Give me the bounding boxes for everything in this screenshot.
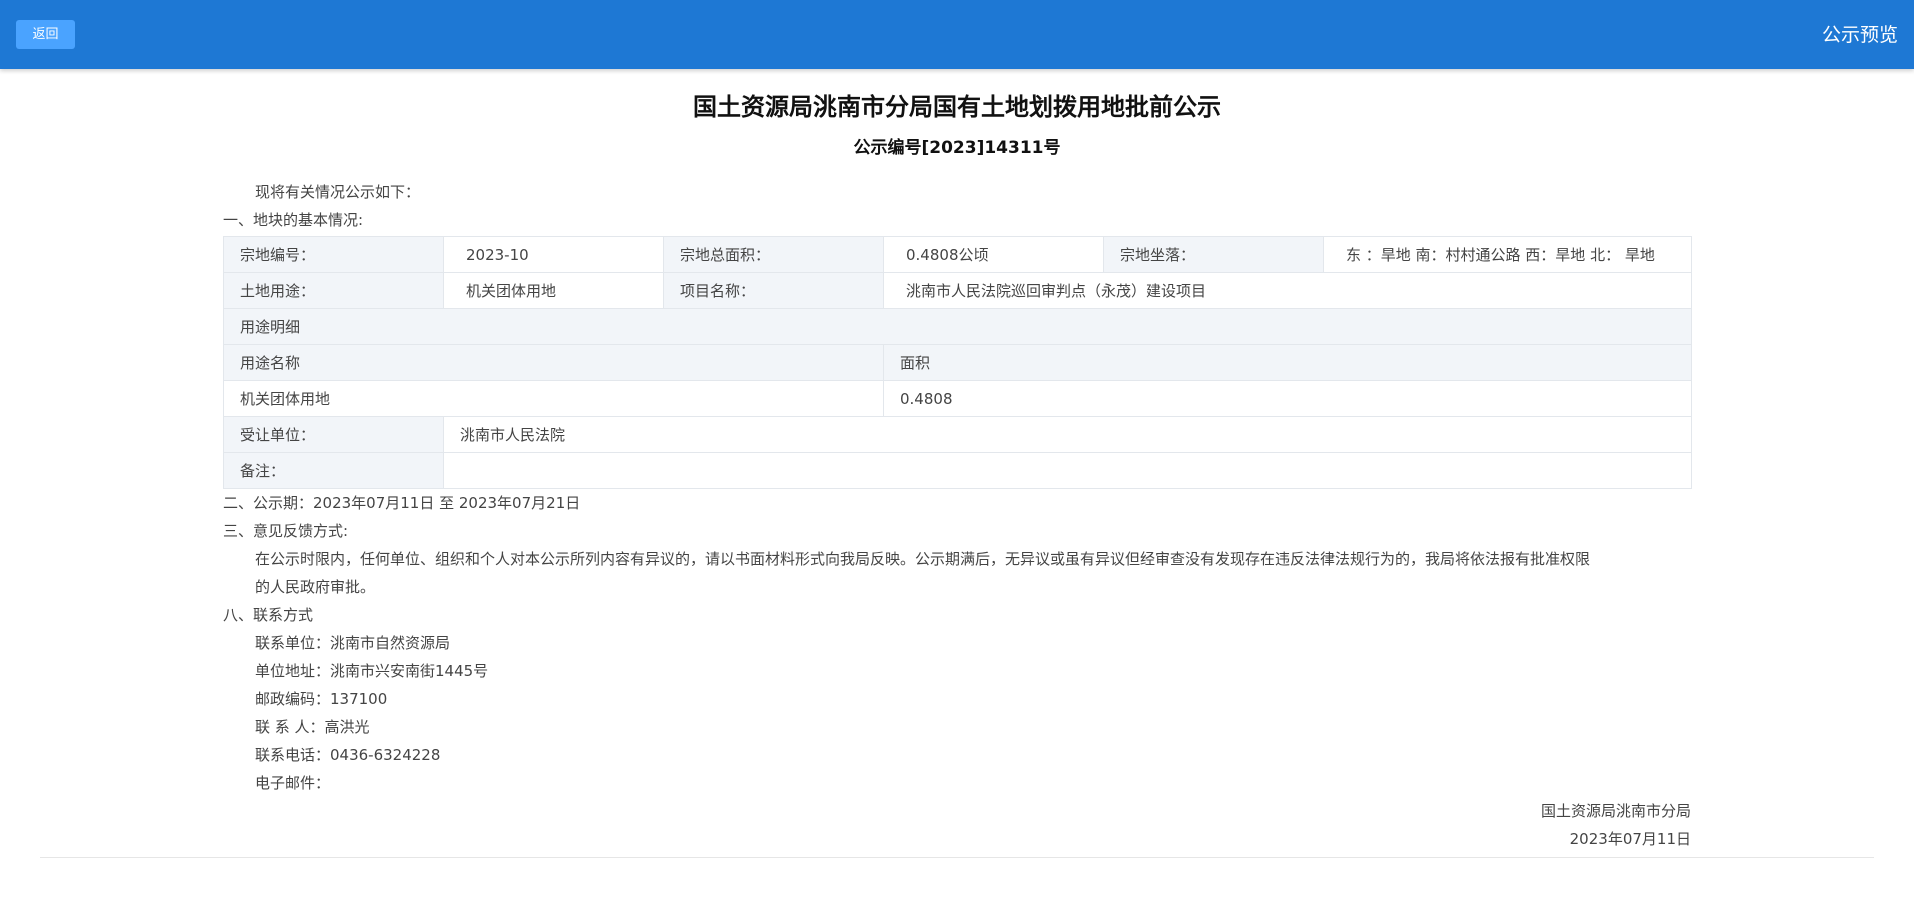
parcel-no-value: 2023-10 — [443, 236, 664, 273]
recipient-label: 受让单位： — [223, 416, 444, 453]
back-button[interactable]: 返回 — [16, 20, 75, 49]
area-value: 0.4808 — [883, 380, 1692, 417]
contact-person: 联 系 人：高洪光 — [255, 718, 370, 736]
contact-email: 电子邮件： — [255, 774, 331, 792]
contact-address: 单位地址：洮南市兴安南街1445号 — [255, 662, 489, 680]
table-row: 用途明细 — [223, 308, 1692, 345]
use-name-value: 机关团体用地 — [223, 380, 884, 417]
table-row: 机关团体用地 0.4808 — [223, 380, 1692, 417]
contact-postcode: 邮政编码：137100 — [255, 690, 388, 708]
table-row: 用途名称 面积 — [223, 344, 1692, 381]
area-header: 面积 — [883, 344, 1692, 381]
use-detail-label: 用途明细 — [223, 308, 1692, 345]
signature-org: 国土资源局洮南市分局 — [1540, 802, 1691, 820]
recipient-value: 洮南市人民法院 — [443, 416, 1692, 453]
section3-body-line1: 在公示时限内，任何单位、组织和个人对本公示所列内容有异议的，请以书面材料形式向我… — [255, 550, 1591, 568]
contact-unit: 联系单位：洮南市自然资源局 — [255, 634, 451, 652]
document-title: 国土资源局洮南市分局国有土地划拨用地批前公示 — [693, 93, 1221, 121]
parcel-info-table: 宗地编号： 2023-10 宗地总面积： 0.4808公顷 宗地坐落： 东 ：旱… — [223, 236, 1692, 489]
section8-heading: 八、联系方式 — [223, 606, 314, 624]
top-bar: 返回 公示预览 — [0, 0, 1914, 69]
total-area-value: 0.4808公顷 — [883, 236, 1104, 273]
remark-value — [443, 452, 1692, 489]
section3-body-line2: 的人民政府审批。 — [255, 578, 376, 596]
location-value: 东 ：旱地 南：村村通公路 西：旱地 北： 旱地 — [1323, 236, 1692, 273]
section2-period: 二、公示期：2023年07月11日 至 2023年07月21日 — [223, 494, 581, 512]
parcel-no-label: 宗地编号： — [223, 236, 444, 273]
project-name-label: 项目名称： — [663, 272, 884, 309]
table-row: 宗地编号： 2023-10 宗地总面积： 0.4808公顷 宗地坐落： 东 ：旱… — [223, 236, 1692, 273]
remark-label: 备注： — [223, 452, 444, 489]
document-number: 公示编号[2023]14311号 — [853, 138, 1061, 158]
contact-phone: 联系电话：0436-6324228 — [255, 746, 441, 764]
land-use-label: 土地用途： — [223, 272, 444, 309]
document-body: 现将有关情况公示如下： 一、地块的基本情况: 宗地编号： 2023-10 宗地总… — [223, 178, 1692, 853]
location-label: 宗地坐落： — [1103, 236, 1324, 273]
section3-heading: 三、意见反馈方式: — [223, 522, 349, 540]
table-row: 土地用途： 机关团体用地 项目名称： 洮南市人民法院巡回审判点（永茂）建设项目 — [223, 272, 1692, 309]
project-name-value: 洮南市人民法院巡回审判点（永茂）建设项目 — [883, 272, 1692, 309]
total-area-label: 宗地总面积： — [663, 236, 884, 273]
use-name-header: 用途名称 — [223, 344, 884, 381]
table-row: 备注： — [223, 452, 1692, 489]
footer-divider — [40, 857, 1874, 858]
table-row: 受让单位： 洮南市人民法院 — [223, 416, 1692, 453]
section1-heading: 一、地块的基本情况: — [223, 211, 364, 229]
page-title: 公示预览 — [1821, 24, 1898, 46]
signature-date: 2023年07月11日 — [1569, 830, 1691, 848]
land-use-value: 机关团体用地 — [443, 272, 664, 309]
intro-text: 现将有关情况公示如下： — [255, 183, 421, 201]
